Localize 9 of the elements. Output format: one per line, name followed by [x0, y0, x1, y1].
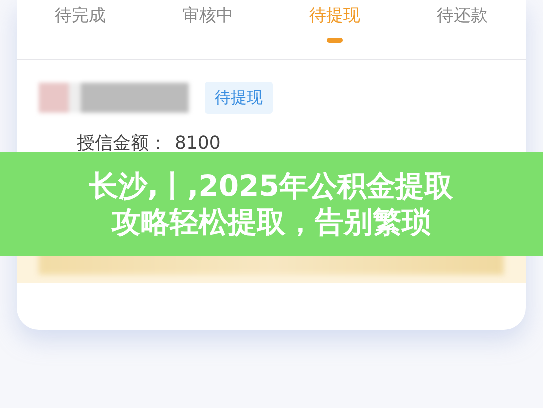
status-badge: 待提现 [205, 82, 273, 114]
banner-title-line: 长沙,丨,2025年公积金提取 [90, 168, 454, 204]
tab[interactable]: 待还款 [398, 0, 526, 59]
tab[interactable]: 审核中 [144, 0, 272, 59]
credit-label: 授信金额： [77, 132, 167, 156]
tab[interactable]: 待完成 [17, 0, 144, 59]
tab[interactable]: 待提现 [272, 0, 399, 59]
banner-title-line: 攻略轻松提取，告别繁琐 [112, 204, 431, 240]
credit-amount: 8100 [175, 132, 221, 156]
